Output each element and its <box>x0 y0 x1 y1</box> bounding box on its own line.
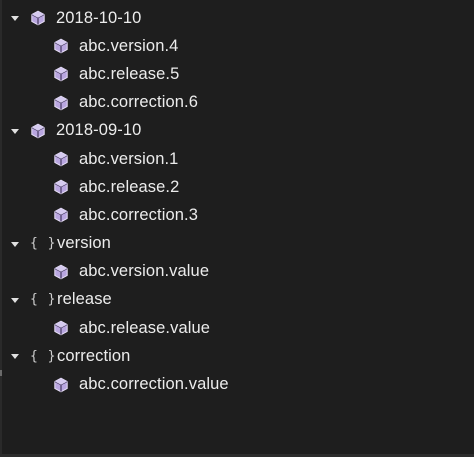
tree-item[interactable]: abc.release.5 <box>0 60 474 88</box>
package-icon <box>53 179 69 195</box>
package-icon <box>53 320 69 336</box>
tree-item-label: abc.correction.3 <box>79 205 198 224</box>
chevron-down-icon[interactable] <box>9 238 21 250</box>
package-icon <box>53 95 69 111</box>
braces-icon: { } <box>30 236 57 252</box>
tree-item-label: abc.release.value <box>79 318 211 337</box>
package-icon <box>53 207 69 223</box>
tree-item[interactable]: abc.correction.6 <box>0 89 474 117</box>
package-icon <box>30 10 46 26</box>
package-icon <box>30 123 46 139</box>
tree-view: 2018-10-10 abc.version.4 abc.release.5 a… <box>0 4 474 399</box>
tree-item-label: abc.version.4 <box>79 36 179 55</box>
package-icon <box>53 264 69 280</box>
tree-group-label: release <box>57 290 112 309</box>
tree-group-version[interactable]: { } version <box>0 230 474 258</box>
tree-item[interactable]: abc.correction.value <box>0 370 474 398</box>
tree-item[interactable]: abc.release.2 <box>0 173 474 201</box>
tree-group-label: correction <box>57 346 131 365</box>
chevron-down-icon[interactable] <box>9 12 21 24</box>
tree-item[interactable]: abc.release.value <box>0 314 474 342</box>
chevron-down-icon[interactable] <box>9 125 21 137</box>
tree-item[interactable]: abc.version.value <box>0 258 474 286</box>
package-icon <box>53 151 69 167</box>
braces-icon: { } <box>30 292 57 308</box>
chevron-down-icon[interactable] <box>9 294 21 306</box>
tree-group-correction[interactable]: { } correction <box>0 342 474 370</box>
tree-item-label: abc.version.1 <box>79 149 179 168</box>
package-icon <box>53 377 69 393</box>
tree-item[interactable]: abc.correction.3 <box>0 201 474 229</box>
chevron-down-icon[interactable] <box>9 350 21 362</box>
tree-group-label: 2018-10-10 <box>56 8 142 27</box>
package-icon <box>53 66 69 82</box>
tree-item-label: abc.version.value <box>79 262 210 281</box>
tree-group-label: version <box>57 234 111 253</box>
tree-item[interactable]: abc.version.4 <box>0 32 474 60</box>
tree-group-2018-10-10[interactable]: 2018-10-10 <box>0 4 474 32</box>
tree-item-label: abc.release.2 <box>79 177 180 196</box>
tree-item[interactable]: abc.version.1 <box>0 145 474 173</box>
tree-group-2018-09-10[interactable]: 2018-09-10 <box>0 117 474 145</box>
tree-item-label: abc.correction.value <box>79 375 229 394</box>
package-icon <box>53 38 69 54</box>
tree-item-label: abc.correction.6 <box>79 93 198 112</box>
tree-item-label: abc.release.5 <box>79 64 180 83</box>
braces-icon: { } <box>30 348 57 364</box>
tree-group-label: 2018-09-10 <box>56 121 142 140</box>
tree-group-release[interactable]: { } release <box>0 286 474 314</box>
